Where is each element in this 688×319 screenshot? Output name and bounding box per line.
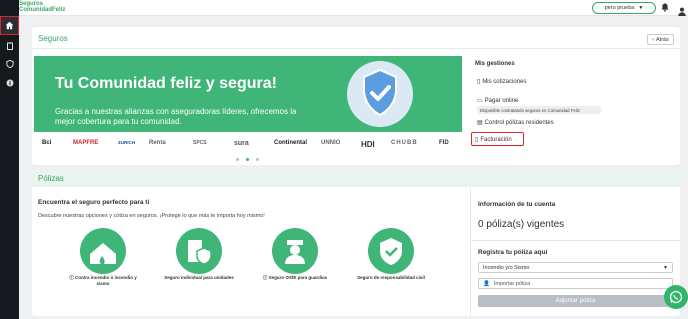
sidebar — [0, 0, 19, 319]
carousel-dot[interactable] — [236, 158, 239, 161]
carousel-dot[interactable] — [256, 158, 259, 161]
document-icon: ▯ — [477, 79, 481, 85]
shield-icon — [5, 59, 14, 68]
whatsapp-button[interactable] — [664, 285, 688, 309]
adjuntar-button[interactable]: Adjuntar póliza — [478, 295, 673, 307]
seguros-header — [32, 29, 680, 49]
user-name: peru prueba — [604, 5, 635, 11]
banner-text: Gracias a nuestras alianzas con asegurad… — [55, 107, 297, 126]
user-icon: 👤 — [483, 280, 490, 287]
polizas-header — [32, 171, 680, 187]
pagar-online-note: Disponible contratando seguros en Comuni… — [477, 106, 601, 114]
invoice-icon: ▯ — [475, 137, 479, 143]
service-individual[interactable] — [176, 228, 222, 274]
logo-zurich: ZURICH — [118, 140, 135, 145]
insurance-type-select[interactable]: Incendio y/o Sismo ▼ — [478, 262, 673, 273]
shield-check-icon — [380, 238, 402, 265]
service-label: Seguro individual para unidades — [164, 275, 234, 280]
carousel-dot-active[interactable] — [246, 158, 249, 161]
logo-continental: Continental — [274, 140, 307, 146]
logo-chubb: CHUBB — [391, 140, 418, 146]
chevron-down-icon: ▼ — [663, 264, 668, 271]
polizas-description: Descubre nuestras opciones y cotiza en s… — [38, 213, 265, 219]
bell-icon[interactable] — [661, 3, 669, 14]
logo-spcs: SPCS — [193, 140, 207, 146]
card-icon: ▭ — [477, 98, 483, 104]
top-bar — [0, 0, 688, 16]
service-incendio[interactable] — [80, 228, 126, 274]
register-title: Registra tu póliza aquí — [478, 249, 548, 256]
user-icon[interactable] — [678, 3, 686, 21]
logo-hdi: HDI — [361, 140, 375, 149]
back-button[interactable]: ‹ Atrás — [647, 34, 674, 45]
back-label: Atrás — [656, 36, 669, 43]
clipboard-icon — [6, 41, 13, 50]
home-icon — [5, 21, 14, 30]
sidebar-item-info[interactable] — [0, 73, 19, 92]
gestion-mis-cotizaciones[interactable]: ▯ Mis cotizaciones — [477, 78, 526, 86]
sidebar-item-home[interactable] — [0, 16, 19, 35]
house-fire-icon — [90, 243, 116, 264]
logo-fid: FID — [439, 140, 449, 146]
list-icon: ▤ — [477, 120, 483, 126]
divider — [470, 188, 471, 316]
divider — [470, 240, 680, 241]
import-policy-input[interactable]: 👤 Importar póliza — [478, 278, 673, 289]
gestion-control-polizas[interactable]: ▤ Control pólizas residentes — [477, 119, 554, 127]
whatsapp-icon — [669, 290, 683, 304]
banner-title: Tu Comunidad feliz y segura! — [55, 75, 277, 92]
logo-unnio: UNNIO — [321, 140, 341, 146]
logo-sura: sura — [234, 140, 249, 147]
sidebar-item-documents[interactable] — [0, 36, 19, 55]
user-menu-button[interactable]: peru prueba ▼ — [592, 2, 656, 14]
guard-icon — [285, 240, 305, 264]
logo-mapfre: MAPFRE — [73, 140, 99, 146]
logo-renta: Renta — [149, 140, 166, 146]
service-responsabilidad[interactable] — [368, 228, 414, 274]
service-label: ⓘ Contra incendio ó incendio y sismo — [69, 275, 137, 286]
gestion-pagar-online[interactable]: ▭ Pagar online — [477, 97, 518, 105]
brand-line2: ComunidadFeliz — [19, 7, 66, 13]
polizas-title: Pólizas — [38, 174, 64, 183]
account-info-title: Información de tu cuenta — [478, 201, 556, 208]
chevron-down-icon: ▼ — [638, 5, 644, 11]
shield-check-icon — [363, 68, 397, 117]
polizas-subtitle: Encuentra el seguro perfecto para ti — [38, 199, 150, 206]
service-guardias[interactable] — [272, 228, 318, 274]
info-icon — [6, 79, 13, 86]
logo-bci: Bci — [42, 140, 52, 146]
chevron-left-icon: ‹ — [652, 36, 654, 43]
building-shield-icon — [188, 240, 212, 265]
sidebar-item-security[interactable] — [0, 54, 19, 73]
service-label: Seguro de responsabilidad civil — [357, 275, 425, 280]
insurer-logos: Bci MAPFRE ZURICH Renta SPCS sura Contin… — [34, 140, 462, 155]
service-label: ⓘ Seguro OSfE para guardias — [262, 275, 328, 280]
gestiones-title: Mis gestiones — [475, 61, 515, 67]
gestion-facturacion[interactable]: ▯ Facturación — [475, 136, 512, 144]
page-title: Seguros — [38, 34, 68, 43]
vigentes-count: 0 póliza(s) vigentes — [478, 219, 565, 230]
